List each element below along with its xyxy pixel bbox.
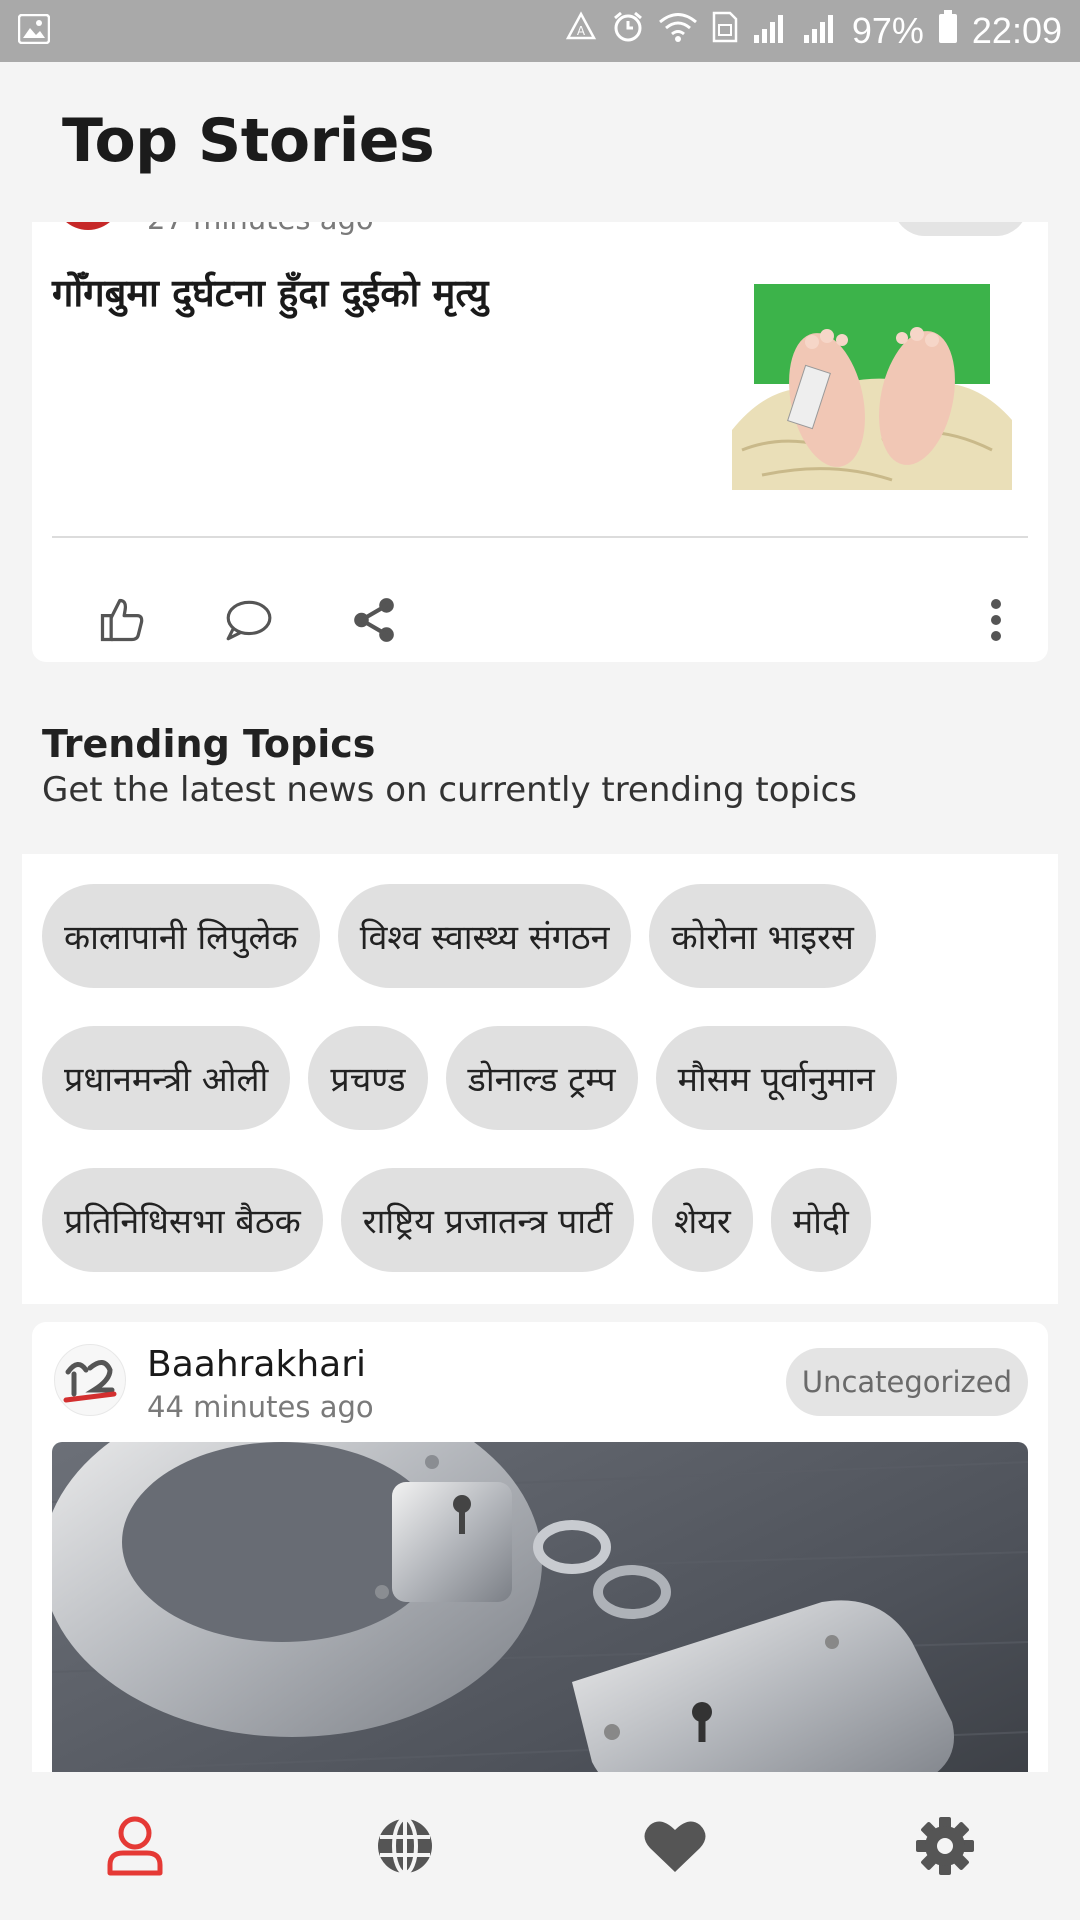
category-chip[interactable]: Uncategorized xyxy=(785,1348,1028,1416)
comment-icon xyxy=(226,600,272,641)
more-options-button[interactable] xyxy=(956,580,1036,660)
share-icon xyxy=(354,598,394,642)
topic-chip[interactable]: प्रचण्ड xyxy=(308,1026,428,1130)
globe-icon xyxy=(378,1817,432,1875)
status-bar: A 97% 22:09 xyxy=(0,0,1080,62)
story-time: 44 minutes ago xyxy=(147,1390,374,1424)
publisher-logo-icon xyxy=(63,1360,117,1403)
signal-icon xyxy=(802,10,838,52)
publisher-avatar[interactable] xyxy=(54,222,122,230)
share-button[interactable] xyxy=(334,580,414,660)
svg-text:A: A xyxy=(577,24,586,38)
topic-chip[interactable]: मोदी xyxy=(770,1168,871,1272)
bottom-nav xyxy=(0,1772,1080,1920)
story-card[interactable]: Baahrakhari 44 minutes ago Uncategorized xyxy=(32,1322,1048,1772)
alarm-icon xyxy=(612,10,644,52)
battery-percent: 97% xyxy=(851,10,924,51)
thumbs-up-icon xyxy=(100,598,144,642)
like-button[interactable] xyxy=(82,580,162,660)
comment-button[interactable] xyxy=(208,580,288,660)
page-title: Top Stories xyxy=(62,106,435,176)
topic-chip[interactable]: विश्व स्वास्थ्य संगठन xyxy=(337,884,632,988)
trending-topics-panel: कालापानी लिपुलेक विश्व स्वास्थ्य संगठन क… xyxy=(22,854,1058,1304)
topic-chip[interactable]: मौसम पूर्वानुमान xyxy=(655,1026,897,1130)
publisher-name[interactable]: Baahrakhari xyxy=(147,1344,366,1385)
category-chip[interactable] xyxy=(893,222,1028,236)
nav-profile[interactable] xyxy=(0,1772,270,1920)
trending-subtitle: Get the latest news on currently trendin… xyxy=(42,770,857,810)
story-thumbnail[interactable] xyxy=(732,280,1012,490)
topic-chip[interactable]: शेयर xyxy=(652,1168,753,1272)
signal-icon xyxy=(752,10,788,52)
battery-icon xyxy=(938,9,958,53)
story-headline[interactable]: गोँगबुमा दुर्घटना हुँदा दुईको मृत्यु xyxy=(52,266,488,318)
story-card[interactable]: 27 minutes ago गोँगबुमा दुर्घटना हुँदा द… xyxy=(32,222,1048,662)
topic-chips: कालापानी लिपुलेक विश्व स्वास्थ्य संगठन क… xyxy=(42,884,1038,1272)
profile-icon xyxy=(107,1816,163,1876)
more-vert-icon xyxy=(991,599,1001,641)
heart-icon xyxy=(644,1821,706,1872)
nav-explore[interactable] xyxy=(270,1772,540,1920)
topic-chip[interactable]: प्रतिनिधिसभा बैठक xyxy=(42,1168,323,1272)
nav-settings[interactable] xyxy=(810,1772,1080,1920)
clock: 22:09 xyxy=(971,10,1062,51)
nav-favorites[interactable] xyxy=(540,1772,810,1920)
topic-chip[interactable]: राष्ट्रिय प्रजातन्त्र पार्टी xyxy=(340,1168,635,1272)
story-hero-image[interactable] xyxy=(52,1442,1028,1772)
story-time: 27 minutes ago xyxy=(147,222,374,236)
trending-title: Trending Topics xyxy=(42,722,376,766)
divider xyxy=(52,536,1028,538)
gallery-notification-icon xyxy=(17,13,51,48)
publisher-avatar[interactable] xyxy=(54,1344,126,1416)
gear-icon xyxy=(916,1817,974,1875)
sim-icon xyxy=(712,10,738,52)
recycle-icon: A xyxy=(564,10,598,52)
topic-chip[interactable]: डोनाल्ड ट्रम्प xyxy=(445,1026,638,1130)
topic-chip[interactable]: प्रधानमन्त्री ओली xyxy=(42,1026,291,1130)
topic-chip[interactable]: कालापानी लिपुलेक xyxy=(42,884,320,988)
wifi-icon xyxy=(658,10,698,52)
app-header: Top Stories xyxy=(0,62,1080,222)
feed[interactable]: 27 minutes ago गोँगबुमा दुर्घटना हुँदा द… xyxy=(0,222,1080,1772)
topic-chip[interactable]: कोरोना भाइरस xyxy=(649,884,876,988)
